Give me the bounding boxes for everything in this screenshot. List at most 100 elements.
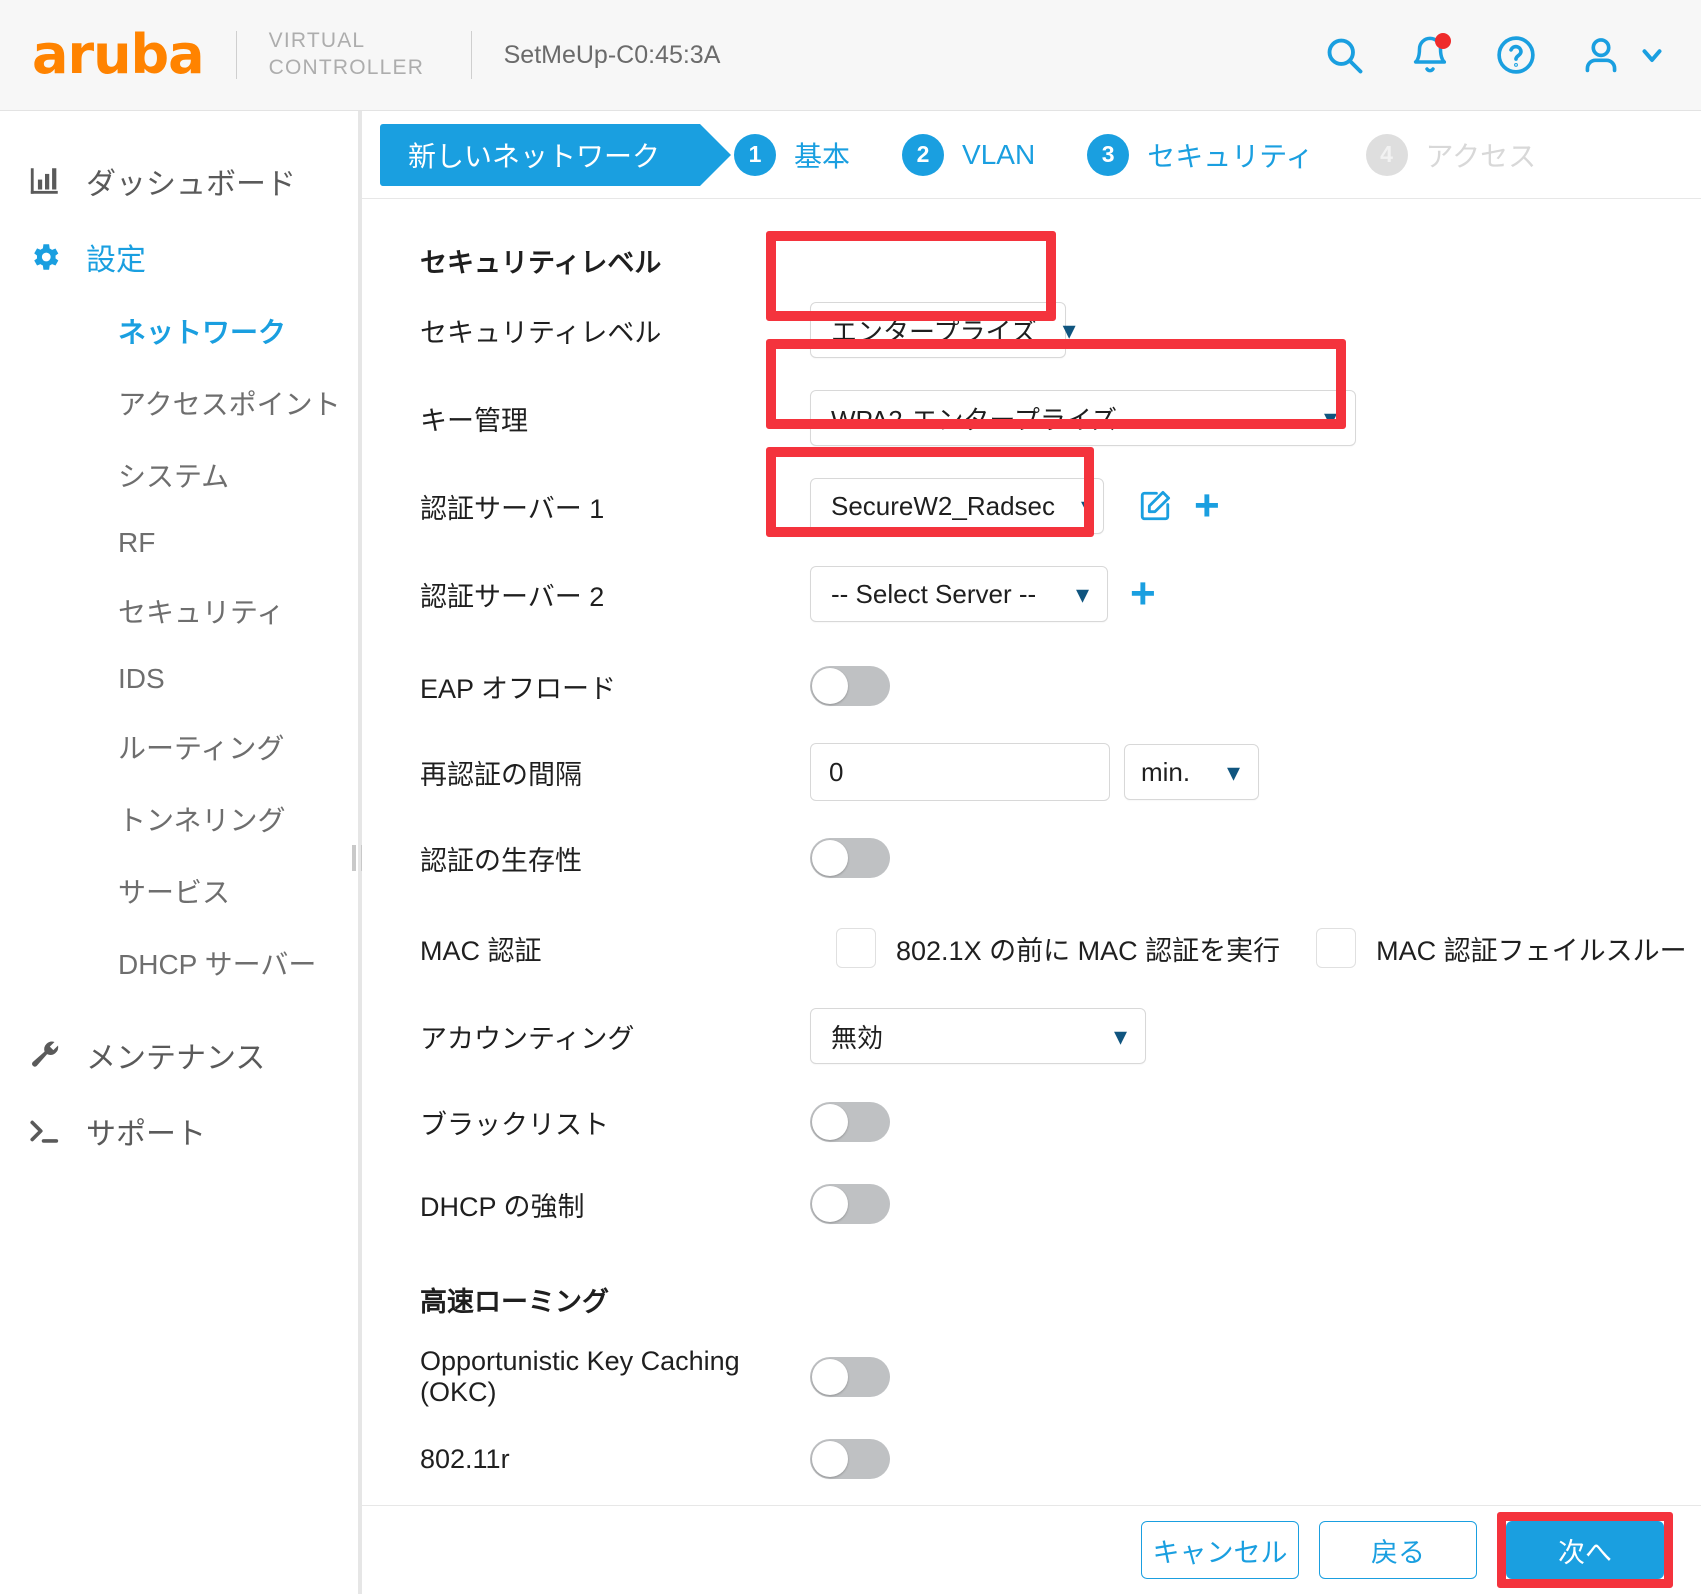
auth-server-1-select[interactable]: SecureW2_Radsec ▾ <box>810 478 1104 534</box>
user-icon <box>1579 33 1623 77</box>
auth-server-1-value: SecureW2_Radsec <box>831 491 1055 522</box>
main-content: 新しいネットワーク 1 基本 2 VLAN 3 セキュリティ 4 アクセス セキ… <box>362 111 1701 1594</box>
mac-auth-before-dot1x-checkbox[interactable] <box>836 928 876 968</box>
sidebar-item-access-points[interactable]: アクセスポイント <box>0 367 359 439</box>
chevron-down-icon <box>1637 40 1667 70</box>
wrench-icon <box>26 1036 64 1074</box>
sidebar-item-security[interactable]: セキュリティ <box>0 575 359 647</box>
dot11r-toggle[interactable] <box>810 1439 890 1479</box>
auth-survivability-toggle[interactable] <box>810 838 890 878</box>
sidebar-item-networks[interactable]: ネットワーク <box>0 295 359 367</box>
wizard-step-security[interactable]: 3 セキュリティ <box>1087 134 1313 176</box>
control-reauth-interval: 0 min. ▾ <box>810 743 1259 801</box>
reauth-interval-input[interactable]: 0 <box>810 743 1110 801</box>
row-security-level: セキュリティレベル エンタープライズ ▾ <box>362 296 1701 364</box>
control-key-management: WPA2-エンタープライズ ▾ <box>810 390 1356 446</box>
sidebar-item-maintenance[interactable]: メンテナンス <box>0 1017 359 1093</box>
label-reauth-interval: 再認証の間隔 <box>420 753 810 792</box>
label-dhcp-enforcement: DHCP の強制 <box>420 1185 810 1224</box>
user-menu[interactable] <box>1579 32 1667 78</box>
sidebar-item-ids[interactable]: IDS <box>0 647 359 711</box>
auth-server-2-value: -- Select Server -- <box>831 579 1036 610</box>
section-title-security-level: セキュリティレベル <box>420 241 1701 280</box>
sidebar-item-tunneling[interactable]: トンネリング <box>0 783 359 855</box>
sidebar-item-dhcp-server[interactable]: DHCP サーバー <box>0 927 359 999</box>
header-actions <box>1321 32 1667 78</box>
sidebar-item-label: 設定 <box>86 235 146 279</box>
row-auth-server-1: 認証サーバー 1 SecureW2_Radsec ▾ + <box>362 472 1701 540</box>
next-button[interactable]: 次へ <box>1506 1521 1664 1579</box>
edit-icon[interactable] <box>1138 489 1172 523</box>
security-form: セキュリティレベル セキュリティレベル エンタープライズ ▾ キー管理 WPA2… <box>362 199 1701 1505</box>
label-auth-server-1: 認証サーバー 1 <box>420 487 810 526</box>
step-label: 基本 <box>794 135 850 175</box>
help-icon[interactable] <box>1493 32 1539 78</box>
step-label: VLAN <box>962 139 1035 171</box>
step-label: セキュリティ <box>1147 135 1313 175</box>
wizard-step-access: 4 アクセス <box>1366 134 1537 176</box>
dhcp-enforcement-toggle[interactable] <box>810 1184 890 1224</box>
key-management-select[interactable]: WPA2-エンタープライズ ▾ <box>810 390 1356 446</box>
security-level-value: エンタープライズ <box>831 312 1037 349</box>
plus-icon[interactable]: + <box>1130 581 1156 607</box>
blacklisting-toggle[interactable] <box>810 1102 890 1142</box>
label-eap-offload: EAP オフロード <box>420 667 810 706</box>
label-auth-survivability: 認証の生存性 <box>420 839 810 878</box>
label-dot11r: 802.11r <box>420 1444 810 1475</box>
eap-offload-toggle[interactable] <box>810 666 890 706</box>
plus-icon[interactable]: + <box>1194 493 1220 519</box>
wizard-step-vlan[interactable]: 2 VLAN <box>902 134 1035 176</box>
wizard-chip-new-network: 新しいネットワーク <box>380 124 700 186</box>
mac-auth-fail-thru-checkbox[interactable] <box>1316 928 1356 968</box>
security-level-select[interactable]: エンタープライズ ▾ <box>810 302 1066 358</box>
auth-server-2-select[interactable]: -- Select Server -- ▾ <box>810 566 1108 622</box>
aruba-virtual-controller-app: aruba VIRTUAL CONTROLLER SetMeUp-C0:45:3… <box>0 0 1701 1594</box>
label-mac-auth: MAC 認証 <box>420 929 810 968</box>
sidebar-item-rf[interactable]: RF <box>0 511 359 575</box>
okc-toggle[interactable] <box>810 1357 890 1397</box>
step-number: 4 <box>1366 134 1408 176</box>
reauth-interval-unit-select[interactable]: min. ▾ <box>1124 744 1259 800</box>
label-key-management: キー管理 <box>420 399 810 438</box>
label-auth-server-2: 認証サーバー 2 <box>420 575 810 614</box>
device-name: SetMeUp-C0:45:3A <box>504 41 721 70</box>
gear-icon <box>26 238 64 276</box>
cancel-button[interactable]: キャンセル <box>1141 1521 1299 1579</box>
chevron-down-icon: ▾ <box>1114 1021 1127 1052</box>
sidebar-nav: ダッシュボード 設定 ネットワーク アクセスポイント システム RF セキュリテ… <box>0 111 360 1594</box>
sidebar-item-system[interactable]: システム <box>0 439 359 511</box>
sidebar-item-dashboard[interactable]: ダッシュボード <box>0 143 359 219</box>
row-dhcp-enforcement: DHCP の強制 <box>362 1170 1701 1238</box>
search-icon[interactable] <box>1321 32 1367 78</box>
sidebar-item-routing[interactable]: ルーティング <box>0 711 359 783</box>
row-auth-survivability: 認証の生存性 <box>362 824 1701 892</box>
control-auth-server-2: -- Select Server -- ▾ + <box>810 566 1156 622</box>
sidebar-item-support[interactable]: サポート <box>0 1093 359 1169</box>
header-divider-2 <box>471 31 472 79</box>
step-label: アクセス <box>1426 135 1537 175</box>
row-key-management: キー管理 WPA2-エンタープライズ ▾ <box>362 384 1701 452</box>
accounting-select[interactable]: 無効 ▾ <box>810 1008 1146 1064</box>
bell-icon[interactable] <box>1407 32 1453 78</box>
chevron-down-icon: ▾ <box>1063 315 1076 346</box>
key-management-value: WPA2-エンタープライズ <box>831 400 1117 437</box>
row-reauth-interval: 再認証の間隔 0 min. ▾ <box>362 738 1701 806</box>
dashboard-icon <box>26 162 64 200</box>
notification-badge <box>1435 33 1451 49</box>
label-security-level: セキュリティレベル <box>420 311 810 350</box>
row-auth-server-2: 認証サーバー 2 -- Select Server -- ▾ + <box>362 560 1701 628</box>
sidebar-item-settings[interactable]: 設定 <box>0 219 359 295</box>
mac-auth-before-dot1x-label: 802.1X の前に MAC 認証を実行 <box>896 929 1280 968</box>
terminal-icon <box>26 1112 64 1150</box>
wizard-step-basic[interactable]: 1 基本 <box>734 134 850 176</box>
control-auth-server-1: SecureW2_Radsec ▾ + <box>810 478 1220 534</box>
sidebar-item-label: メンテナンス <box>86 1033 265 1077</box>
back-button[interactable]: 戻る <box>1319 1521 1477 1579</box>
sidebar-item-label: サポート <box>86 1109 206 1153</box>
product-label: VIRTUAL CONTROLLER <box>269 28 439 82</box>
reauth-interval-unit-value: min. <box>1141 757 1190 788</box>
step-number: 3 <box>1087 134 1129 176</box>
sidebar-item-services[interactable]: サービス <box>0 855 359 927</box>
section-title-fast-roaming: 高速ローミング <box>420 1280 1701 1319</box>
product-label-line2: CONTROLLER <box>269 55 439 82</box>
